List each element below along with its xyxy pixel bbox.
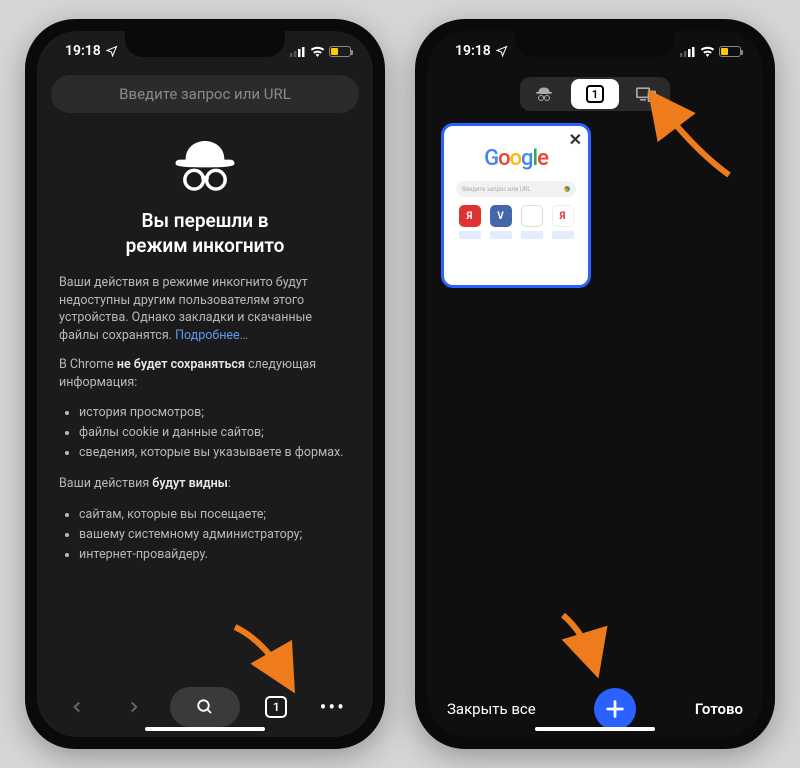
url-bar[interactable]: Введите запрос или URL (51, 75, 359, 113)
learn-more-link[interactable]: Подробнее… (175, 328, 248, 343)
shortcut-icon: Я (552, 205, 574, 227)
tab-count: 1 (592, 88, 598, 101)
google-logo: Google (452, 146, 580, 171)
wifi-icon (700, 46, 715, 57)
tabs-grid: ✕ Google Введите запрос или URL Я V Я (427, 123, 763, 681)
status-time: 19:18 (455, 43, 491, 59)
signal-icon (680, 46, 696, 57)
battery-icon (719, 46, 741, 57)
list-item: вашему системному администратору; (79, 525, 351, 545)
list-item: файлы cookie и данные сайтов; (79, 423, 351, 443)
back-button[interactable] (57, 687, 97, 727)
shortcut-icon: Я (459, 205, 481, 227)
visible-heading: Ваши действия будут видны: (59, 475, 351, 493)
new-tab-button[interactable] (594, 688, 636, 730)
list-item: интернет-провайдеру. (79, 545, 351, 565)
screen-incognito: 19:18 Введите запрос или URL (37, 31, 373, 737)
visible-list: сайтам, которые вы посещаете; вашему сис… (59, 505, 351, 565)
tab-preview: Google Введите запрос или URL Я V Я (444, 126, 588, 239)
incognito-content: Вы перешли врежим инкогнито Ваши действи… (37, 123, 373, 677)
done-button[interactable]: Готово (695, 700, 743, 718)
wifi-icon (310, 46, 325, 57)
notch (125, 31, 285, 57)
not-saved-heading: В Chrome не будет сохраняться следующая … (59, 356, 351, 391)
notch (515, 31, 675, 57)
home-indicator[interactable] (535, 727, 655, 731)
signal-icon (290, 46, 306, 57)
location-icon (106, 45, 118, 57)
arrow-annotation-icon (643, 89, 743, 189)
battery-icon (329, 46, 351, 57)
forward-button[interactable] (114, 687, 154, 727)
shortcut-icon: V (490, 205, 512, 227)
incognito-icon (533, 83, 555, 105)
list-item: сайтам, которые вы посещаете; (79, 505, 351, 525)
close-all-button[interactable]: Закрыть все (447, 700, 536, 718)
phone-right: 19:18 (415, 19, 775, 749)
incognito-icon (174, 137, 236, 197)
shortcut-icon (521, 205, 543, 227)
close-tab-button[interactable]: ✕ (569, 130, 582, 149)
regular-tabs-segment[interactable]: 1 (571, 79, 620, 109)
home-indicator[interactable] (145, 727, 265, 731)
location-icon (496, 45, 508, 57)
tab-card[interactable]: ✕ Google Введите запрос или URL Я V Я (441, 123, 591, 288)
incognito-description: Ваши действия в режиме инкогнито будут н… (59, 274, 351, 344)
preview-search-bar: Введите запрос или URL (456, 181, 576, 197)
not-saved-list: история просмотров; файлы cookie и данны… (59, 403, 351, 463)
list-item: история просмотров; (79, 403, 351, 423)
url-placeholder: Введите запрос или URL (119, 85, 291, 103)
list-item: сведения, которые вы указываете в формах… (79, 443, 351, 463)
incognito-title: Вы перешли врежим инкогнито (59, 209, 351, 258)
arrow-annotation-icon (555, 609, 635, 689)
menu-button[interactable]: ••• (313, 687, 353, 727)
incognito-tabs-segment[interactable] (520, 77, 569, 111)
phone-left: 19:18 Введите запрос или URL (25, 19, 385, 749)
arrow-annotation-icon (225, 621, 315, 711)
status-time: 19:18 (65, 43, 101, 59)
